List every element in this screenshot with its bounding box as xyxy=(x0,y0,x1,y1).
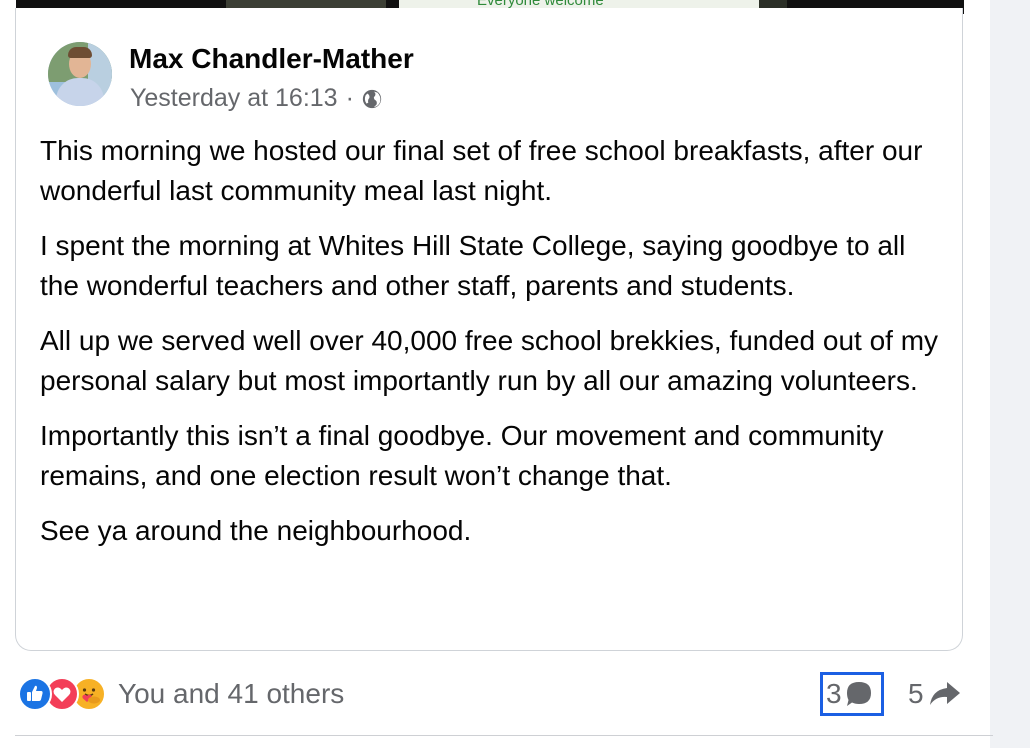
author-avatar[interactable] xyxy=(48,42,112,106)
meta-separator: · xyxy=(345,84,354,112)
post-paragraph: I spent the morning at Whites Hill State… xyxy=(40,230,906,301)
post-timestamp[interactable]: Yesterday at 16:13 xyxy=(130,84,338,113)
comment-count-button[interactable]: 3 xyxy=(820,672,884,716)
share-count: 5 xyxy=(908,678,924,709)
reaction-summary[interactable]: You and 41 others xyxy=(18,677,344,711)
post-paragraph: Importantly this isn’t a final goodbye. … xyxy=(40,420,884,491)
globe-icon[interactable] xyxy=(361,88,383,110)
like-icon xyxy=(18,677,52,711)
share-icon xyxy=(929,682,960,705)
post-paragraph: This morning we hosted our final set of … xyxy=(40,135,923,206)
avatar-hair xyxy=(68,47,92,58)
post-text: This morning we hosted our final set of … xyxy=(40,131,940,566)
share-count-button[interactable]: 5 xyxy=(908,678,962,710)
comment-count: 3 xyxy=(826,678,842,709)
post-paragraph: All up we served well over 40,000 free s… xyxy=(40,325,939,396)
page-right-gutter xyxy=(990,0,1030,748)
footer-divider xyxy=(15,735,993,736)
post-meta: Yesterday at 16:13 · xyxy=(130,84,383,113)
post-paragraph: See ya around the neighbourhood. xyxy=(40,515,472,546)
author-name[interactable]: Max Chandler-Mather xyxy=(129,43,414,75)
reaction-text: You and 41 others xyxy=(118,678,345,709)
comment-icon xyxy=(846,682,871,706)
